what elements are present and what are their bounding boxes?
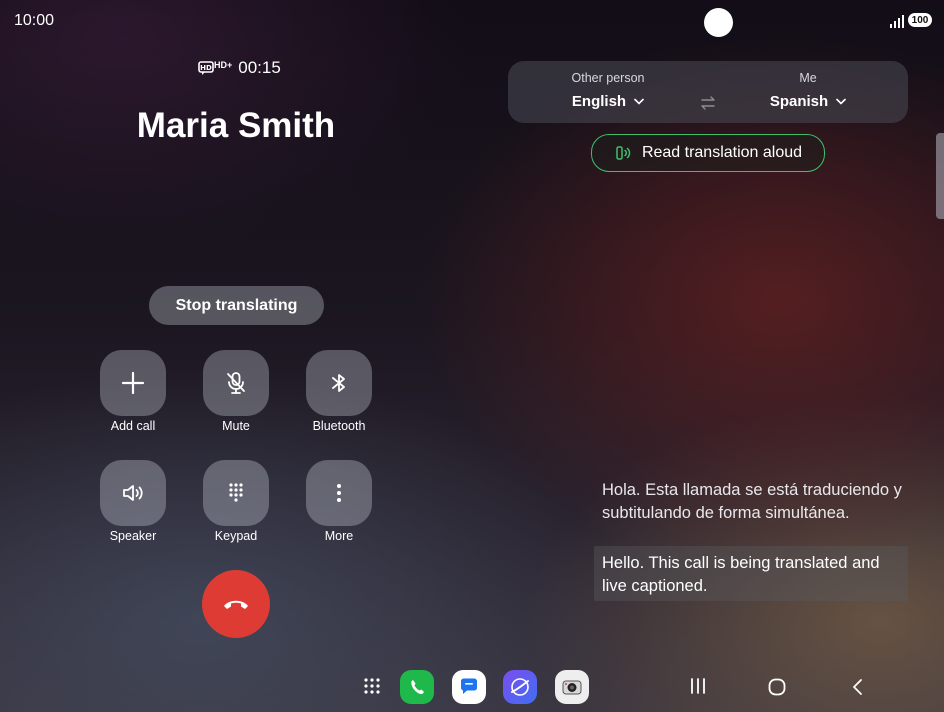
more-label: More [324,529,354,543]
mute-label: Mute [222,419,250,433]
keypad-icon [229,483,243,502]
edge-panel-handle[interactable] [936,133,944,219]
read-translation-aloud-button[interactable]: Read translation aloud [591,134,825,172]
caller-name: Maria Smith [136,106,336,145]
end-call-icon [224,600,248,609]
status-time: 10:00 [14,12,55,29]
call-duration: 00:15 [238,58,281,77]
apps-grid-button[interactable] [359,673,385,699]
keypad-button[interactable] [203,460,269,526]
bluetooth-icon [332,374,345,392]
signal-icon [890,14,904,28]
me-language-value: Spanish [769,93,829,110]
recent-apps-button[interactable] [688,676,708,701]
phone-app-button[interactable] [400,670,434,704]
mute-button[interactable] [203,350,269,416]
more-vert-icon [337,484,341,502]
home-icon [768,678,786,696]
speaker-label: Speaker [109,529,157,543]
phone-app-icon [411,680,424,694]
apps-grid-icon [364,678,380,694]
language-selector: Other person English Me Spanish [508,61,908,123]
chevron-down-icon [836,98,846,105]
messages-app-icon [461,678,477,694]
back-icon [853,679,862,695]
mic-off-icon [227,372,245,394]
swap-languages-button[interactable] [700,95,716,116]
camera-app-icon [562,680,582,695]
other-language-value: English [571,93,627,110]
me-language[interactable]: Me Spanish [718,71,898,110]
bluetooth-button[interactable] [306,350,372,416]
add-call-label: Add call [110,419,156,433]
other-person-language[interactable]: Other person English [518,71,698,110]
call-status: HD HD+ 00:15 [198,58,281,78]
speaker-icon [123,485,143,501]
caption-original-text: Hello. This call is being translated and… [602,554,880,595]
recent-apps-icon [691,678,705,694]
stop-translating-button[interactable]: Stop translating [149,286,324,325]
internet-app-button[interactable] [503,670,537,704]
read-aloud-label: Read translation aloud [641,144,803,161]
camera-app-button[interactable] [555,670,589,704]
add-call-button[interactable] [100,350,166,416]
chevron-down-icon [634,98,644,105]
bluetooth-label: Bluetooth [312,419,366,433]
messages-app-button[interactable] [452,670,486,704]
more-button[interactable] [306,460,372,526]
keypad-label: Keypad [214,529,258,543]
end-call-button[interactable] [202,570,270,638]
speaker-button[interactable] [100,460,166,526]
front-camera-cutout [704,8,733,37]
hd-plus-badge: HD+ [214,60,233,70]
plus-icon [121,371,145,395]
other-person-label: Other person [571,71,645,85]
caption-translated-text: Hola. Esta llamada se está traduciendo y… [602,481,902,522]
home-button[interactable] [767,677,787,702]
read-aloud-icon [616,146,631,160]
internet-app-icon [511,678,529,696]
svg-text:HD: HD [200,64,212,72]
hd-voice-icon: HD [198,61,214,75]
me-label: Me [799,71,817,85]
battery-icon: 100 [908,13,932,27]
swap-icon [701,96,715,110]
back-button[interactable] [848,677,868,702]
